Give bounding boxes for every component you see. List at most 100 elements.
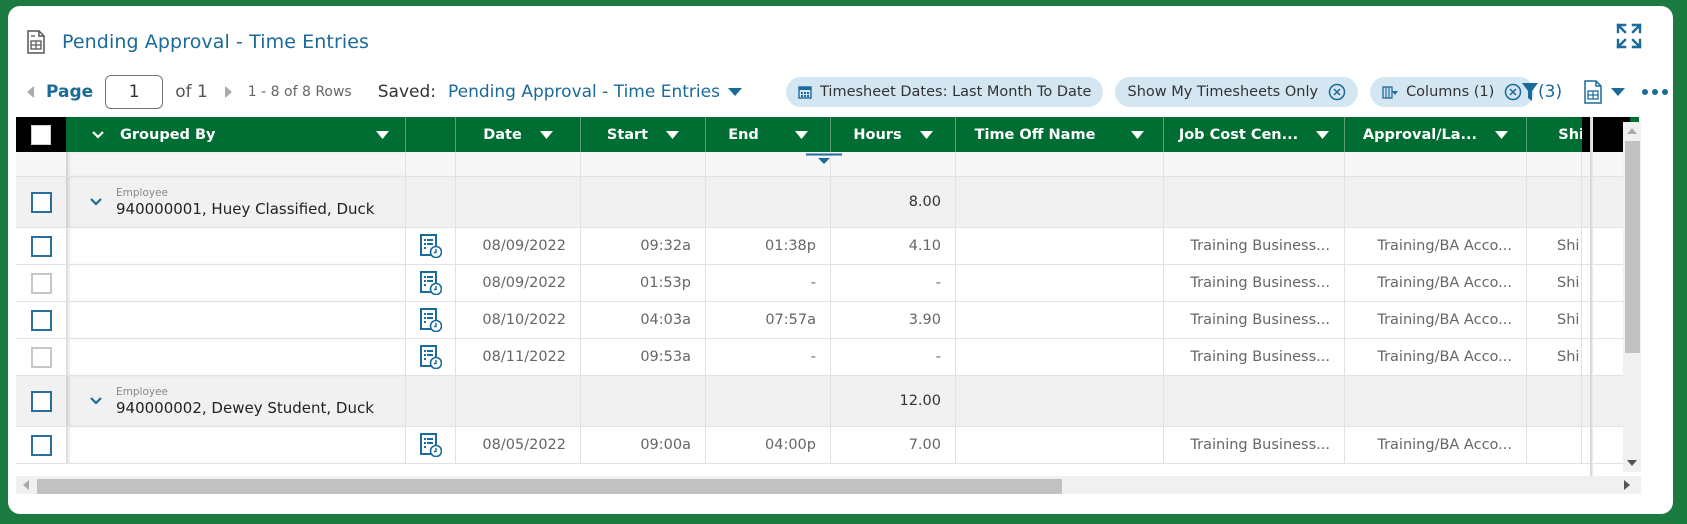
chip-columns[interactable]: Columns (1) [1370, 77, 1535, 107]
hours-cell: - [831, 339, 956, 375]
shift-cell: Shi [1527, 302, 1582, 338]
timesheet-link[interactable] [406, 302, 456, 338]
approval-cell: Training/BA Acco... [1345, 339, 1527, 375]
sort-menu-icon[interactable] [666, 130, 680, 139]
row-checkbox[interactable] [30, 272, 52, 294]
caret-left-icon [23, 480, 29, 490]
column-header-date[interactable]: Date [456, 117, 581, 152]
time-off-cell [956, 228, 1164, 264]
sort-menu-icon[interactable] [794, 130, 808, 139]
scroll-down-button[interactable] [1627, 458, 1637, 468]
group-row: Employee 940000002, Dewey Student, Duck … [16, 376, 1639, 427]
group-caption: Employee [116, 186, 169, 199]
saved-label: Saved: [377, 82, 436, 102]
page-label: Page [46, 82, 94, 102]
chip-label: Show My Timesheets Only [1127, 84, 1319, 100]
chevron-down-icon[interactable] [92, 130, 104, 139]
group-cell [66, 427, 406, 463]
select-all-checkbox[interactable] [31, 124, 51, 145]
page-number-input[interactable] [105, 75, 164, 109]
column-header-end[interactable]: End [706, 117, 831, 152]
sort-menu-icon[interactable] [376, 130, 389, 139]
start-cell: 09:00a [581, 427, 706, 463]
row-checkbox[interactable] [30, 309, 52, 331]
scroll-up-button[interactable] [1627, 126, 1637, 136]
column-header-time-off-name[interactable]: Time Off Name [956, 117, 1164, 152]
scroll-left-button[interactable] [21, 480, 31, 490]
shift-cell: Shi [1527, 265, 1582, 301]
end-cell: 07:57a [706, 302, 831, 338]
row-checkbox[interactable] [30, 235, 52, 257]
table-row[interactable]: 08/09/2022 09:32a 01:38p 4.10 Training Busin… [16, 228, 1639, 265]
sort-menu-icon[interactable] [1495, 130, 1509, 139]
timesheet-link[interactable] [406, 339, 456, 375]
table-row[interactable]: 08/10/2022 04:03a 07:57a 3.90 Training Busin… [16, 302, 1639, 339]
caret-right-icon [1624, 480, 1630, 490]
column-filter-indicator[interactable] [806, 153, 842, 167]
export-button[interactable] [1583, 80, 1625, 104]
table-row[interactable]: 08/09/2022 01:53p - - Training Business... Tr… [16, 265, 1639, 302]
vertical-scrollbar[interactable] [1623, 122, 1641, 472]
chip-remove-button[interactable] [1504, 83, 1522, 101]
chip-my-timesheets[interactable]: Show My Timesheets Only [1115, 77, 1359, 107]
timesheet-icon [419, 345, 442, 369]
shift-cell: Shi [1527, 228, 1582, 264]
filter-button[interactable]: (3) [1522, 82, 1562, 102]
filter-chips: Timesheet Dates: Last Month To Date Show… [786, 77, 1535, 107]
saved-view-dropdown[interactable]: Pending Approval - Time Entries [448, 82, 742, 102]
row-checkbox[interactable] [30, 434, 52, 456]
end-cell: - [706, 265, 831, 301]
collapse-group-button[interactable] [90, 397, 102, 405]
more-options-button[interactable] [1642, 89, 1668, 95]
row-checkbox[interactable] [30, 346, 52, 368]
column-header-job-cost-center[interactable]: Job Cost Cen... [1164, 117, 1345, 152]
column-header-grouped-by[interactable]: Grouped By [66, 117, 406, 152]
date-cell: 08/10/2022 [456, 302, 581, 338]
end-cell: - [706, 339, 831, 375]
start-cell: 09:53a [581, 339, 706, 375]
group-cell [66, 302, 406, 338]
scroll-right-button[interactable] [1622, 480, 1632, 490]
horizontal-scrollbar[interactable] [16, 476, 1641, 494]
timesheet-link[interactable] [406, 265, 456, 301]
sort-menu-icon[interactable] [539, 130, 553, 139]
row-checkbox[interactable] [30, 191, 52, 213]
time-off-cell [956, 427, 1164, 463]
shift-cell: Shi [1527, 339, 1582, 375]
approval-cell: Training/BA Acco... [1345, 265, 1527, 301]
columns-icon [1382, 85, 1399, 99]
time-off-cell [956, 265, 1164, 301]
frozen-column-divider [1590, 117, 1593, 487]
job-cost-cell: Training Business... [1164, 265, 1345, 301]
table-row[interactable]: 08/05/2022 09:00a 04:00p 7.00 Training Busin… [16, 427, 1639, 464]
timesheet-link[interactable] [406, 228, 456, 264]
rows-count: 1 - 8 of 8 Rows [247, 84, 352, 100]
column-label: Start [606, 126, 649, 143]
column-header-start[interactable]: Start [581, 117, 706, 152]
column-header-hours[interactable]: Hours [831, 117, 956, 152]
column-label: Date [483, 126, 522, 143]
sort-menu-icon[interactable] [1316, 130, 1330, 139]
grid-body: Employee 940000001, Huey Classified, Duc… [16, 152, 1639, 464]
export-icon [1584, 80, 1602, 104]
expand-button[interactable] [1615, 22, 1643, 50]
time-off-cell [956, 302, 1164, 338]
collapse-group-button[interactable] [90, 198, 102, 206]
column-header-approval[interactable]: Approval/La... [1345, 117, 1527, 152]
next-page-button[interactable] [220, 83, 238, 101]
column-label: Shi [1558, 126, 1582, 143]
timesheet-link[interactable] [406, 427, 456, 463]
chip-remove-button[interactable] [1328, 83, 1346, 101]
date-cell: 08/09/2022 [456, 228, 581, 264]
table-row[interactable]: 08/11/2022 09:53a - - Training Business... Tr… [16, 339, 1639, 376]
sort-menu-icon[interactable] [1131, 130, 1145, 139]
sort-menu-icon[interactable] [919, 130, 933, 139]
close-circle-icon [1505, 83, 1522, 101]
chip-timesheet-dates[interactable]: Timesheet Dates: Last Month To Date [786, 77, 1104, 107]
approval-cell: Training/BA Acco... [1345, 228, 1527, 264]
column-header-shift[interactable]: Shi [1527, 117, 1582, 152]
prev-page-button[interactable] [22, 83, 40, 101]
vertical-scroll-thumb[interactable] [1625, 141, 1640, 353]
horizontal-scroll-thumb[interactable] [37, 479, 1062, 494]
row-checkbox[interactable] [30, 390, 52, 412]
